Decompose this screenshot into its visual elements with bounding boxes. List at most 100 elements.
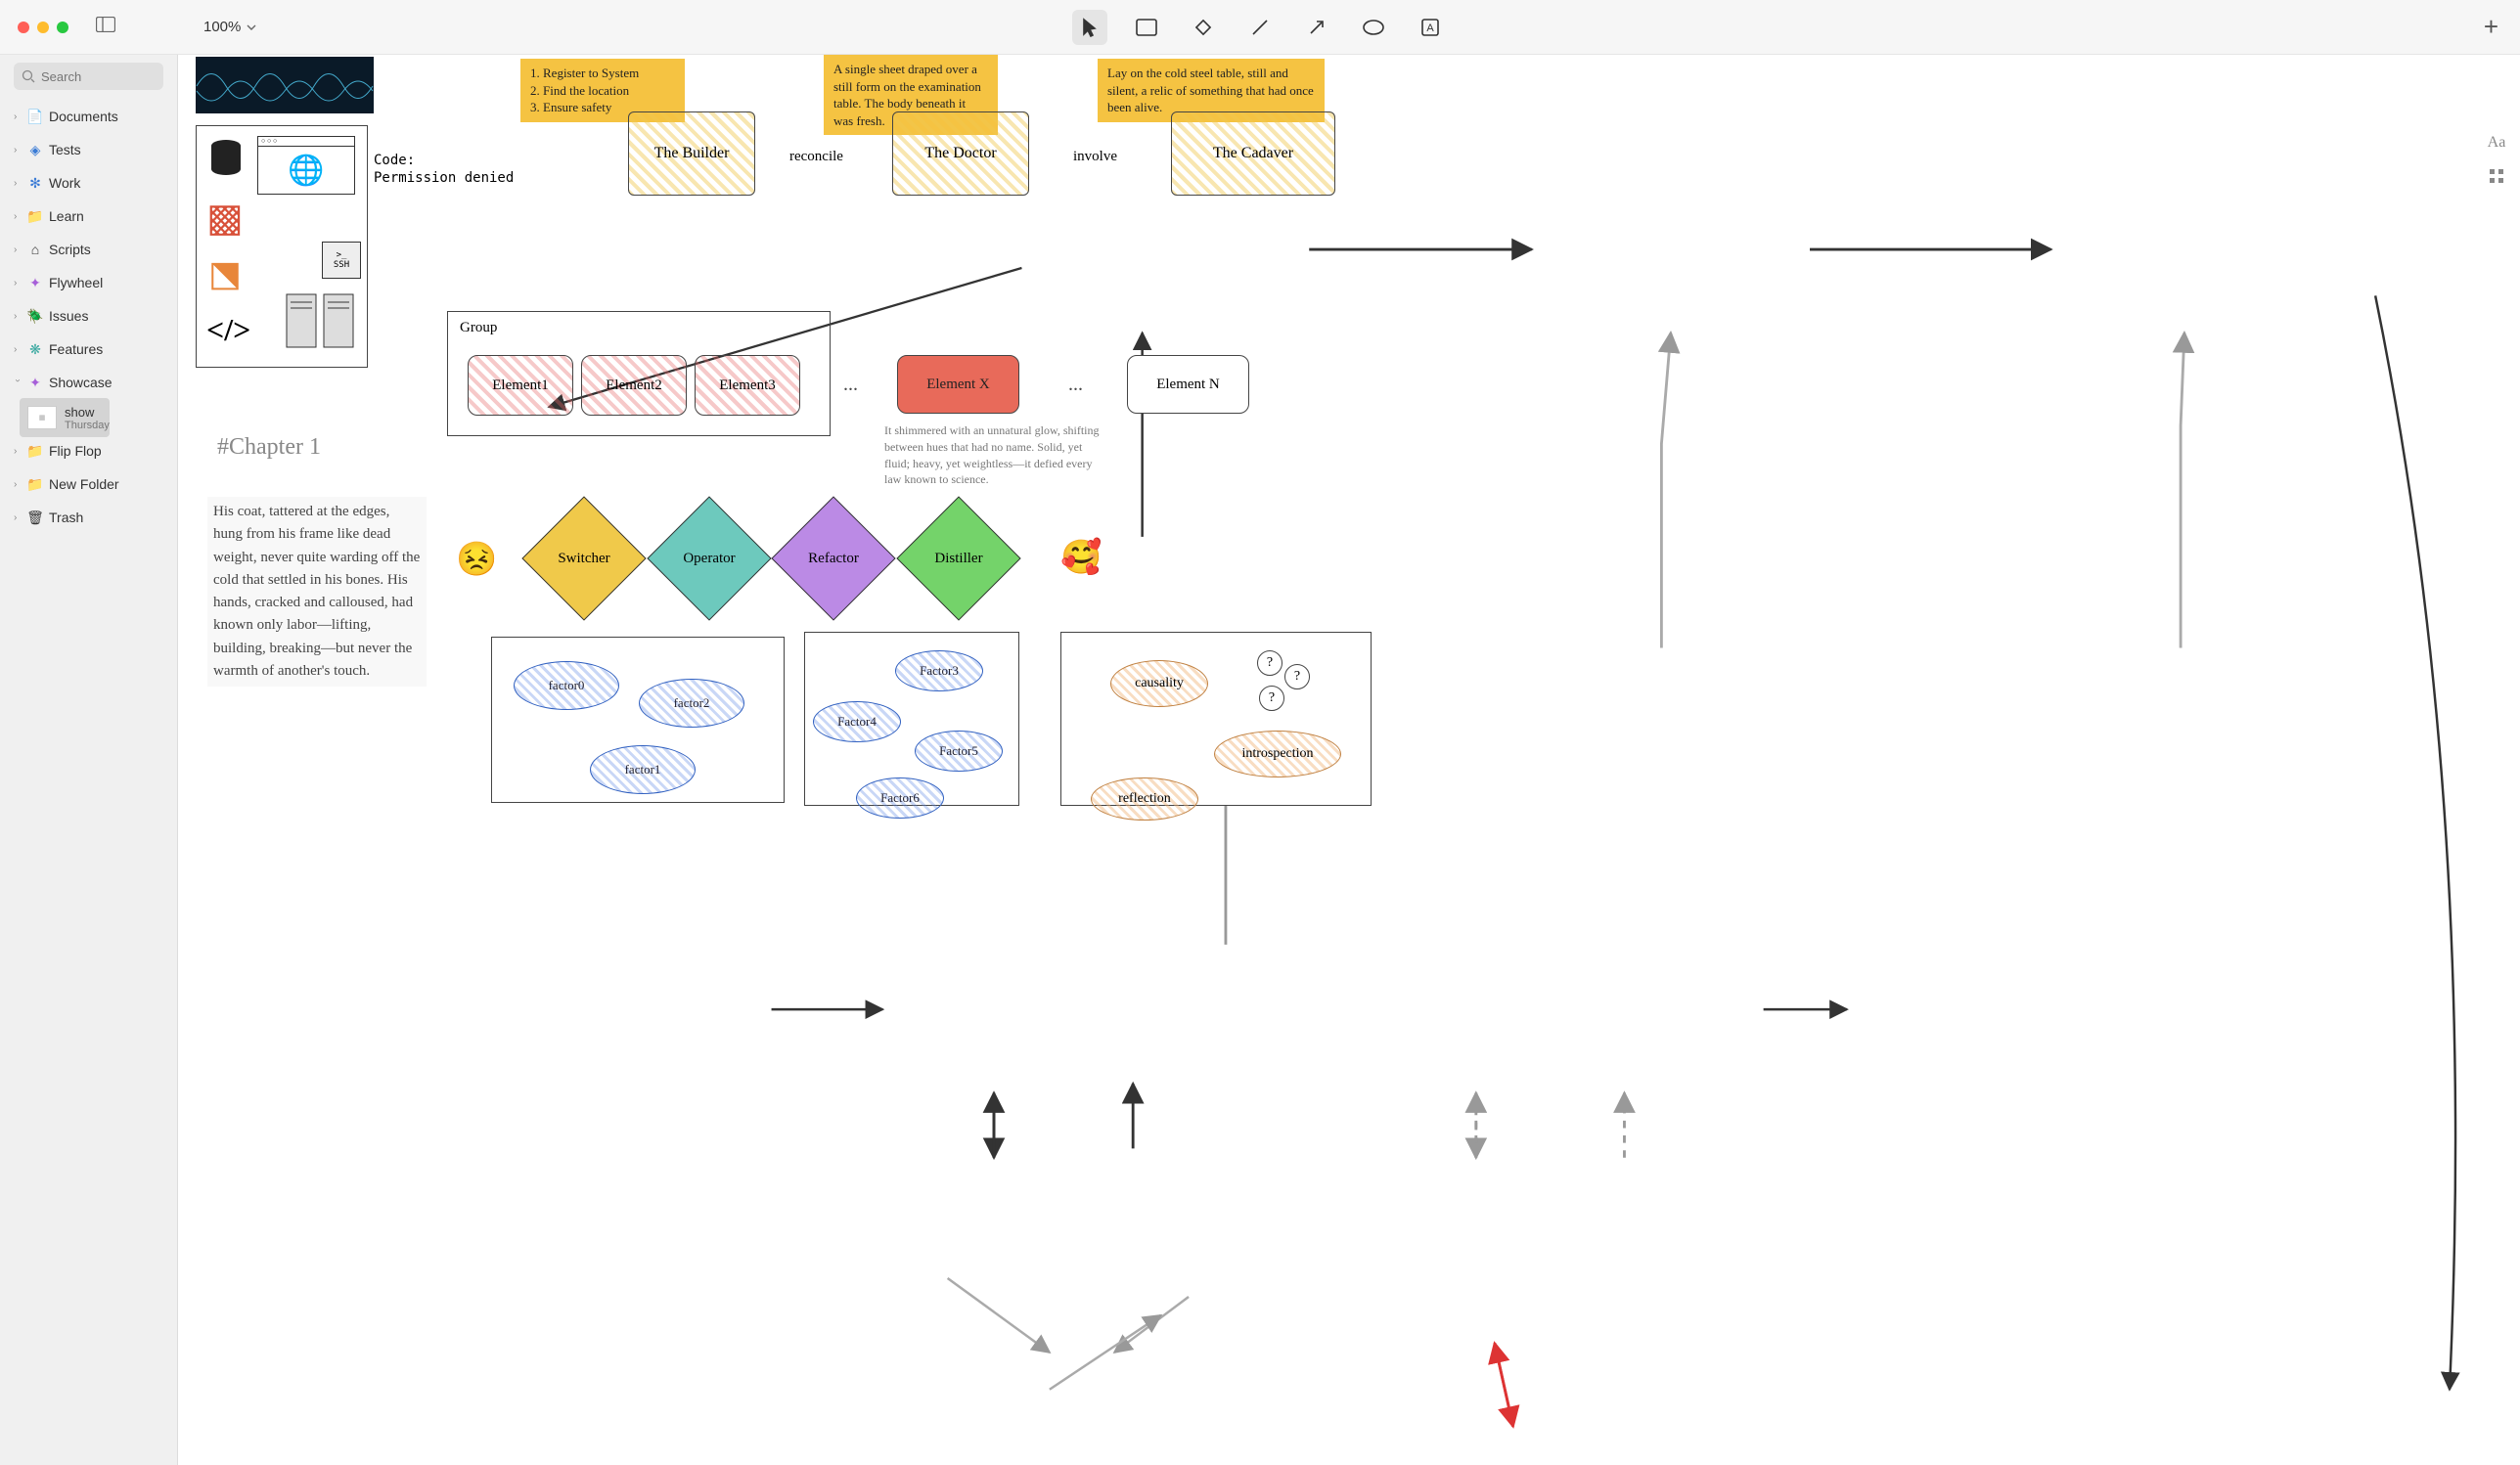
sidebar-item-flipflop[interactable]: ›📁Flip Flop xyxy=(0,434,177,467)
factor-4[interactable]: Factor4 xyxy=(813,701,901,742)
folder-icon: 📁 xyxy=(27,476,43,493)
concept-reflection[interactable]: reflection xyxy=(1091,777,1198,821)
sidebar-item-label: Showcase xyxy=(49,375,112,390)
sidebar-item-issues[interactable]: ›🪲Issues xyxy=(0,299,177,333)
sidebar-item-tests[interactable]: ›◈Tests xyxy=(0,133,177,166)
waveform-thumbnail[interactable] xyxy=(196,57,374,113)
factor-1[interactable]: factor1 xyxy=(590,745,696,794)
redis-icon: ▩ xyxy=(206,195,244,241)
factor-0[interactable]: factor0 xyxy=(514,661,619,710)
sidebar-item-label: Learn xyxy=(49,208,84,224)
ellipse-tool[interactable] xyxy=(1356,10,1391,45)
box-doctor[interactable]: The Doctor xyxy=(892,111,1029,196)
sidebar-item-features[interactable]: ›❋Features xyxy=(0,333,177,366)
diamond-operator[interactable]: Operator xyxy=(665,514,753,602)
concepts-box[interactable]: causality introspection reflection ? ? ? xyxy=(1060,632,1372,806)
factor-6[interactable]: Factor6 xyxy=(856,777,944,819)
zoom-value: 100% xyxy=(203,19,241,35)
browser-window-icon: ○ ○ ○ 🌐 xyxy=(257,136,355,195)
sidebar-item-label: Work xyxy=(49,175,80,191)
shield-icon: ◈ xyxy=(27,142,43,158)
sidebar: ›📄Documents ›◈Tests ›✻Work ›📁Learn ›⌂Scr… xyxy=(0,55,178,1465)
sidebar-item-documents[interactable]: ›📄Documents xyxy=(0,100,177,133)
emoji-smile[interactable]: 🥰 xyxy=(1060,538,1102,577)
story-text[interactable]: His coat, tattered at the edges, hung fr… xyxy=(207,497,427,687)
minimize-window-button[interactable] xyxy=(37,22,49,33)
factor-5[interactable]: Factor5 xyxy=(915,731,1003,772)
titlebar: 100% A + xyxy=(0,0,2520,55)
svg-text:A: A xyxy=(1426,22,1434,34)
sidebar-item-label: Trash xyxy=(49,510,83,525)
search-icon xyxy=(22,69,35,83)
element-1[interactable]: Element1 xyxy=(468,355,573,416)
element-x[interactable]: Element X xyxy=(897,355,1019,414)
sidebar-item-scripts[interactable]: ›⌂Scripts xyxy=(0,233,177,266)
ssh-icon: >_SSH xyxy=(322,242,361,279)
search-input[interactable] xyxy=(14,63,163,90)
diamond-refactor[interactable]: Refactor xyxy=(789,514,878,602)
rect-tool[interactable] xyxy=(1129,10,1164,45)
code-label-line1: Code: xyxy=(374,153,415,168)
arrow-tool[interactable] xyxy=(1299,10,1334,45)
zoom-dropdown[interactable]: 100% xyxy=(203,19,256,35)
factor-3[interactable]: Factor3 xyxy=(895,650,983,691)
right-panel-tools: Aa xyxy=(2487,133,2506,186)
concept-introspection[interactable]: introspection xyxy=(1214,731,1341,777)
sidebar-item-newfolder[interactable]: ›📁New Folder xyxy=(0,467,177,501)
sidebar-item-trash[interactable]: ›🗑Trash xyxy=(0,501,177,534)
text-style-button[interactable]: Aa xyxy=(2487,133,2506,153)
folder-icon: 📁 xyxy=(27,208,43,225)
element-n[interactable]: Element N xyxy=(1127,355,1249,414)
maximize-window-button[interactable] xyxy=(57,22,68,33)
group-box[interactable]: Group Element1 Element2 Element3 xyxy=(447,311,831,436)
concept-causality[interactable]: causality xyxy=(1110,660,1208,707)
folder-icon: 📁 xyxy=(27,443,43,460)
ellipsis-2: ... xyxy=(1068,374,1083,396)
services-panel[interactable]: ○ ○ ○ 🌐 ▩ >_SSH ⬔ </> xyxy=(196,125,368,368)
sidebar-item-label: Features xyxy=(49,341,103,357)
database-icon xyxy=(208,138,244,177)
line-tool[interactable] xyxy=(1242,10,1278,45)
sidebar-toggle-button[interactable] xyxy=(96,17,115,37)
box-cadaver[interactable]: The Cadaver xyxy=(1171,111,1335,196)
canvas[interactable]: Aa xyxy=(178,55,2520,1465)
selected-subtitle: Thursday xyxy=(65,420,110,431)
sidebar-item-flywheel[interactable]: ›✦Flywheel xyxy=(0,266,177,299)
close-window-button[interactable] xyxy=(18,22,29,33)
shape-tools: A xyxy=(1072,10,1448,45)
sidebar-item-label: Tests xyxy=(49,142,81,157)
grid-button[interactable] xyxy=(2487,166,2506,186)
sparkle-icon: ✦ xyxy=(27,375,43,391)
element-3[interactable]: Element3 xyxy=(695,355,800,416)
edge-involve: involve xyxy=(1073,149,1117,165)
page-thumbnail: ▦ xyxy=(27,406,57,429)
diamond-switcher[interactable]: Switcher xyxy=(540,514,628,602)
select-tool[interactable] xyxy=(1072,10,1107,45)
sidebar-item-showcase[interactable]: ›✦Showcase xyxy=(0,366,177,399)
window-controls xyxy=(18,22,68,33)
factor-2[interactable]: factor2 xyxy=(639,679,744,728)
factors-box-left[interactable]: factor0 factor2 factor1 xyxy=(491,637,785,803)
selected-title: show xyxy=(65,405,110,420)
emoji-frown[interactable]: 😣 xyxy=(456,540,497,579)
sidebar-item-learn[interactable]: ›📁Learn xyxy=(0,200,177,233)
diamond-tool[interactable] xyxy=(1186,10,1221,45)
sidebar-item-label: Scripts xyxy=(49,242,91,257)
question-3[interactable]: ? xyxy=(1259,686,1284,711)
question-2[interactable]: ? xyxy=(1284,664,1310,689)
trash-icon: 🗑 xyxy=(27,510,43,526)
sidebar-selected-item[interactable]: ▦ show Thursday xyxy=(0,401,177,434)
code-icon: </> xyxy=(206,312,250,348)
add-button[interactable]: + xyxy=(2484,12,2498,42)
group-label: Group xyxy=(460,320,497,336)
box-builder[interactable]: The Builder xyxy=(628,111,755,196)
diamond-distiller[interactable]: Distiller xyxy=(915,514,1003,602)
gear-icon: ❋ xyxy=(27,341,43,358)
search-field-wrap xyxy=(14,63,163,90)
factors-box-right[interactable]: Factor3 Factor4 Factor5 Factor6 xyxy=(804,632,1019,806)
text-tool[interactable]: A xyxy=(1413,10,1448,45)
chapter-heading[interactable]: #Chapter 1 xyxy=(217,434,321,461)
question-1[interactable]: ? xyxy=(1257,650,1282,676)
element-2[interactable]: Element2 xyxy=(581,355,687,416)
sidebar-item-work[interactable]: ›✻Work xyxy=(0,166,177,200)
